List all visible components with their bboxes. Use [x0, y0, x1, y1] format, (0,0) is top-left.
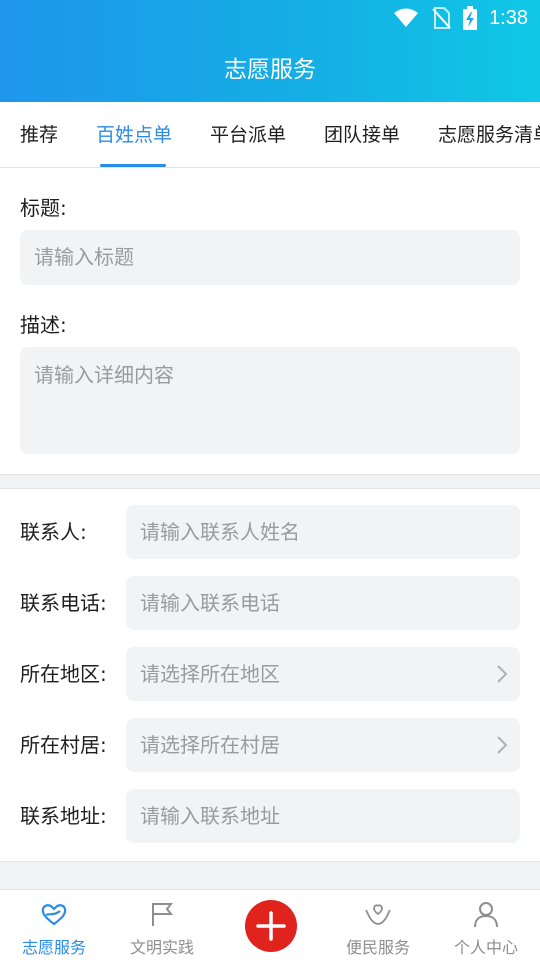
contact-name-label: 联系人:: [20, 520, 87, 544]
section-divider: [0, 474, 540, 489]
plus-icon: [256, 911, 286, 941]
address-label: 联系地址:: [20, 804, 107, 828]
title-input[interactable]: 请输入标题: [20, 230, 520, 285]
village-label: 所在村居:: [20, 733, 107, 757]
chevron-right-icon: [497, 665, 508, 683]
nav-label-volunteer: 志愿服务: [21, 938, 86, 957]
status-icons: 1:38: [393, 6, 528, 30]
contact-phone-input[interactable]: 请输入联系电话: [126, 576, 520, 630]
tab-platform-dispatch[interactable]: 平台派单: [210, 102, 286, 167]
tab-service-list[interactable]: 志愿服务清单: [438, 102, 540, 167]
description-label: 描述:: [20, 313, 67, 337]
page-title: 志愿服务: [224, 57, 316, 83]
status-bar: 1:38: [0, 0, 540, 36]
region-select[interactable]: 请选择所在地区: [126, 647, 520, 701]
nav-personal-center[interactable]: 个人中心: [432, 890, 540, 960]
contact-phone-label: 联系电话:: [20, 591, 107, 615]
chevron-right-icon: [497, 736, 508, 754]
nav-civilization-practice[interactable]: 文明实践: [108, 890, 216, 960]
app-header: 1:38 志愿服务: [0, 0, 540, 102]
address-input[interactable]: 请输入联系地址: [126, 789, 520, 843]
section-divider-bottom: [0, 861, 540, 889]
region-select-text: 请选择所在地区: [140, 662, 280, 686]
add-button[interactable]: [245, 900, 297, 952]
description-textarea[interactable]: 请输入详细内容: [20, 347, 520, 454]
battery-charging-icon: [463, 6, 478, 30]
tab-recommend[interactable]: 推荐: [20, 102, 58, 167]
title-label: 标题:: [20, 196, 67, 220]
hands-heart-icon: [365, 904, 391, 925]
bottom-nav: 志愿服务 文明实践 便民服务 个人中心: [0, 889, 540, 960]
wifi-icon: [394, 8, 419, 27]
no-sim-icon: [432, 7, 451, 29]
tab-team-accept[interactable]: 团队接单: [324, 102, 400, 167]
village-select[interactable]: 请选择所在村居: [126, 718, 520, 772]
request-form: 标题: 请输入标题 描述: 请输入详细内容: [0, 168, 540, 474]
region-label: 所在地区:: [20, 662, 107, 686]
heart-hand-icon: [41, 904, 67, 926]
tab-public-order[interactable]: 百姓点单: [96, 102, 172, 167]
status-time: 1:38: [489, 6, 528, 29]
nav-label-personal: 个人中心: [453, 938, 518, 957]
flag-icon: [152, 903, 174, 926]
nav-convenience-service[interactable]: 便民服务: [324, 890, 432, 960]
nav-label-civilization: 文明实践: [129, 938, 194, 957]
nav-label-convenience: 便民服务: [345, 938, 410, 957]
contact-name-input[interactable]: 请输入联系人姓名: [126, 505, 520, 559]
person-icon: [474, 902, 498, 928]
nav-volunteer-service[interactable]: 志愿服务: [0, 890, 108, 960]
contact-form: 联系人: 请输入联系人姓名 联系电话: 请输入联系电话 所在地区: 请选择所在地…: [0, 489, 540, 861]
active-tab-indicator: [100, 164, 166, 167]
tab-bar: 推荐 百姓点单 平台派单 团队接单 志愿服务清单: [0, 102, 540, 168]
village-select-text: 请选择所在村居: [140, 733, 280, 757]
